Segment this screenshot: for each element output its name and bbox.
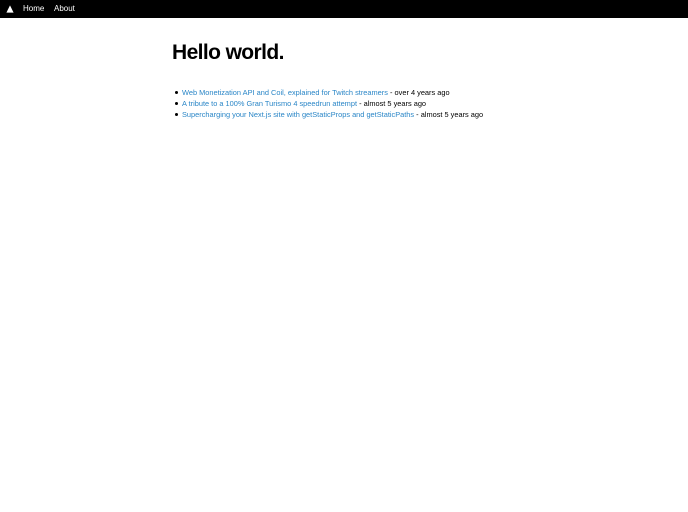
post-list-item: A tribute to a 100% Gran Turismo 4 speed… <box>172 98 572 109</box>
bullet-icon <box>175 113 178 116</box>
nav-about-link[interactable]: About <box>54 0 75 18</box>
nav-home-link[interactable]: Home <box>23 0 44 18</box>
post-list: Web Monetization API and Coil, explained… <box>172 87 572 120</box>
top-navigation-bar: Home About <box>0 0 688 18</box>
triangle-logo-icon[interactable] <box>6 5 14 13</box>
bullet-icon <box>175 102 178 105</box>
post-separator: - <box>357 99 364 108</box>
bullet-icon <box>175 91 178 94</box>
post-list-item: Web Monetization API and Coil, explained… <box>172 87 572 98</box>
post-list-item: Supercharging your Next.js site with get… <box>172 109 572 120</box>
post-date: over 4 years ago <box>394 88 450 97</box>
post-link[interactable]: Web Monetization API and Coil, explained… <box>182 88 388 97</box>
post-link[interactable]: A tribute to a 100% Gran Turismo 4 speed… <box>182 99 357 108</box>
post-date: almost 5 years ago <box>420 110 484 119</box>
post-separator: - <box>414 110 421 119</box>
post-link[interactable]: Supercharging your Next.js site with get… <box>182 110 414 119</box>
post-separator: - <box>387 88 395 97</box>
post-date: almost 5 years ago <box>363 99 427 108</box>
page-title: Hello world. <box>172 41 284 64</box>
main-content: Hello world. Web Monetization API and Co… <box>172 40 572 120</box>
